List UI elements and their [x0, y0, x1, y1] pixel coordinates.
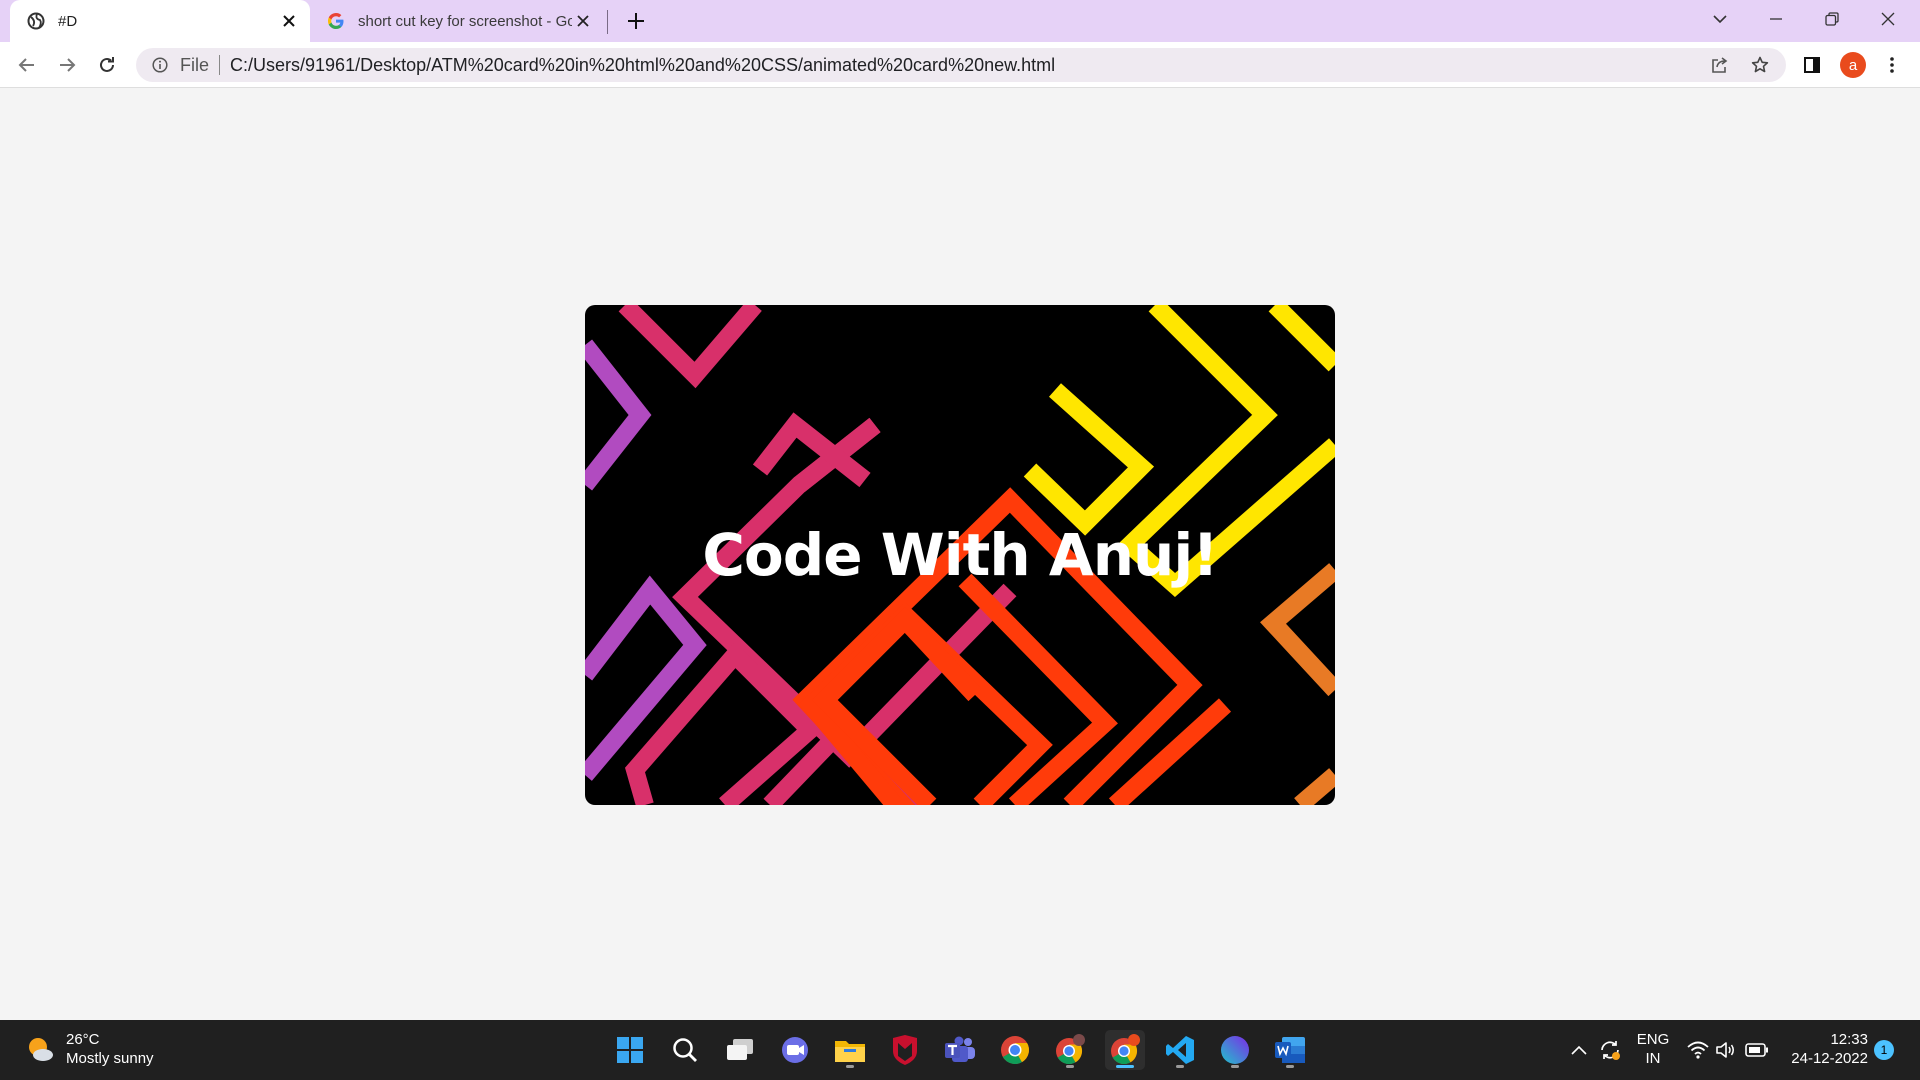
forward-button[interactable]	[51, 49, 83, 81]
share-icon[interactable]	[1704, 49, 1736, 81]
clock-time: 12:33	[1830, 1031, 1868, 1048]
file-explorer-button[interactable]	[830, 1030, 870, 1070]
running-indicator	[1176, 1065, 1184, 1068]
mcafee-button[interactable]	[885, 1030, 925, 1070]
side-panel-icon	[1804, 57, 1820, 73]
language-line2: IN	[1645, 1050, 1661, 1067]
arrow-right-icon	[60, 58, 76, 72]
vscode-button[interactable]	[1160, 1030, 1200, 1070]
partly-sunny-icon	[29, 1038, 53, 1061]
card-title: Code With Anuj!	[702, 521, 1218, 589]
animated-card: Code With Anuj!	[585, 305, 1335, 805]
avatar[interactable]: a	[1840, 52, 1866, 78]
close-icon[interactable]	[278, 10, 300, 32]
tab-strip: #D short cut key for screenshot - Go	[0, 0, 1920, 42]
minimize-button[interactable]	[1748, 0, 1804, 38]
arrow-left-icon	[18, 58, 34, 72]
chat-button[interactable]	[775, 1030, 815, 1070]
close-icon	[1881, 12, 1895, 26]
taskbar: 26°C Mostly sunny ENG IN 12:33 24-12-202…	[0, 1020, 1920, 1080]
chrome-button[interactable]	[995, 1030, 1035, 1070]
volume-icon[interactable]	[1714, 1038, 1738, 1062]
show-hidden-icons-button[interactable]	[1567, 1038, 1591, 1062]
chat-icon	[782, 1037, 808, 1063]
running-indicator	[846, 1065, 854, 1068]
star-icon[interactable]	[1744, 49, 1776, 81]
vscode-icon	[1166, 1036, 1194, 1064]
scheme-label: File	[180, 54, 210, 75]
canva-button[interactable]	[1215, 1030, 1255, 1070]
menu-button[interactable]	[1876, 49, 1908, 81]
chrome-profile-button[interactable]	[1050, 1030, 1090, 1070]
start-button[interactable]	[610, 1030, 650, 1070]
weather-condition: Mostly sunny	[66, 1050, 154, 1067]
tab-title: short cut key for screenshot - Go	[358, 12, 572, 30]
mcafee-icon	[893, 1035, 917, 1065]
tab-divider	[607, 10, 608, 34]
address-divider	[219, 55, 221, 75]
teams-icon	[945, 1036, 975, 1062]
minimize-icon	[1770, 18, 1782, 20]
google-icon	[326, 11, 346, 31]
tab-active[interactable]: #D	[10, 0, 310, 42]
sync-icon	[1601, 1041, 1620, 1060]
address-bar[interactable]: File C:/Users/91961/Desktop/ATM%20card%2…	[136, 48, 1786, 82]
chevron-up-icon	[1571, 1045, 1587, 1055]
restore-button[interactable]	[1804, 0, 1860, 38]
back-button[interactable]	[11, 49, 43, 81]
browser-toolbar: File C:/Users/91961/Desktop/ATM%20card%2…	[0, 42, 1920, 88]
task-view-icon	[727, 1039, 753, 1060]
close-icon[interactable]	[572, 10, 594, 32]
active-indicator	[1116, 1065, 1134, 1068]
chrome-icon	[1001, 1036, 1029, 1064]
teams-button[interactable]	[940, 1030, 980, 1070]
chrome-active-button[interactable]	[1105, 1030, 1145, 1070]
weather-widget[interactable]: 26°C Mostly sunny	[24, 1030, 154, 1068]
info-icon[interactable]	[150, 55, 170, 75]
clock[interactable]: 12:33 24-12-2022	[1784, 1030, 1868, 1068]
chrome-icon	[1056, 1034, 1085, 1065]
windows-icon	[617, 1037, 643, 1063]
battery-icon[interactable]	[1745, 1038, 1769, 1062]
restore-icon	[1825, 12, 1839, 26]
folder-icon	[835, 1041, 865, 1062]
url-text[interactable]: C:/Users/91961/Desktop/ATM%20card%20in%2…	[230, 55, 1055, 76]
plus-icon	[628, 13, 644, 29]
clock-date: 24-12-2022	[1791, 1050, 1868, 1067]
weather-temp: 26°C	[66, 1031, 100, 1048]
language-indicator[interactable]: ENG IN	[1636, 1030, 1670, 1068]
reload-icon	[100, 57, 114, 72]
canva-icon	[1221, 1036, 1249, 1064]
reload-button[interactable]	[91, 49, 123, 81]
new-tab-button[interactable]	[622, 7, 650, 35]
globe-icon	[26, 11, 46, 31]
task-view-button[interactable]	[720, 1030, 760, 1070]
word-icon	[1275, 1037, 1305, 1063]
language-line1: ENG	[1636, 1031, 1670, 1048]
search-icon	[673, 1038, 697, 1062]
running-indicator	[1066, 1065, 1074, 1068]
tab-title: #D	[58, 12, 78, 30]
tab-inactive[interactable]: short cut key for screenshot - Go	[318, 0, 604, 42]
notification-badge[interactable]: 1	[1874, 1040, 1894, 1060]
sync-tray-icon[interactable]	[1598, 1038, 1622, 1062]
chevron-down-icon	[1713, 15, 1727, 24]
running-indicator	[1231, 1065, 1239, 1068]
running-indicator	[1286, 1065, 1294, 1068]
side-panel-button[interactable]	[1796, 49, 1828, 81]
tab-search-button[interactable]	[1692, 0, 1748, 38]
word-button[interactable]	[1270, 1030, 1310, 1070]
more-vert-icon	[1890, 57, 1894, 73]
search-button[interactable]	[665, 1030, 705, 1070]
chrome-icon	[1111, 1034, 1140, 1065]
close-window-button[interactable]	[1860, 0, 1916, 38]
wifi-icon[interactable]	[1686, 1038, 1710, 1062]
